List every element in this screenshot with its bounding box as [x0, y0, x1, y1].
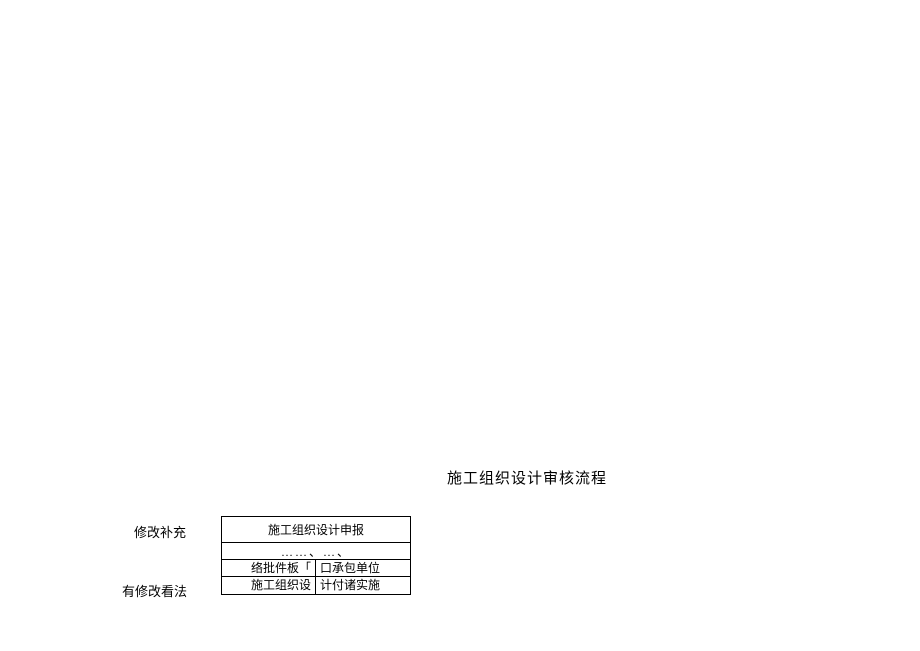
table-row-4: 施工组织设 计付诸实施 — [222, 577, 410, 594]
table-cell-3-right: 口承包单位 — [316, 560, 410, 576]
table-cell-4-left: 施工组织设 — [222, 577, 316, 594]
table-row-1: 施工组织设计申报 — [222, 517, 410, 543]
label-has-modify-opinion: 有修改看法 — [122, 581, 187, 600]
flow-table: 施工组织设计申报 ……、…、 络批件板「 口承包单位 施工组织设 计付诸实施 — [221, 516, 411, 595]
table-row-2: ……、…、 — [222, 543, 410, 560]
label-modify-supplement: 修改补充 — [134, 522, 186, 541]
table-cell-3-left: 络批件板「 — [222, 560, 316, 576]
table-row-3: 络批件板「 口承包单位 — [222, 560, 410, 577]
page-title: 施工组织设计审核流程 — [447, 467, 607, 488]
table-cell-4-right: 计付诸实施 — [316, 577, 410, 594]
